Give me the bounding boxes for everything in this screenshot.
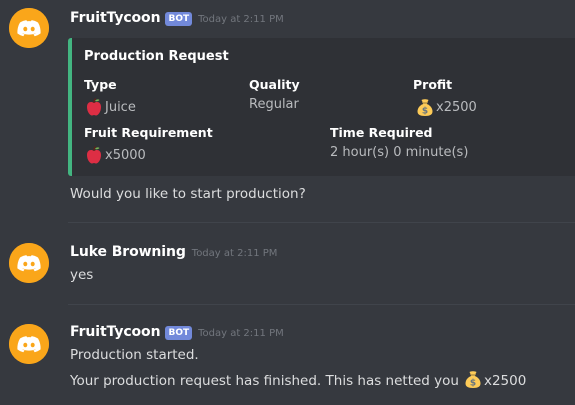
message-header: FruitTycoon BOT Today at 2:11 PM xyxy=(70,322,284,342)
field-quality-name: Quality xyxy=(249,77,300,92)
avatar[interactable] xyxy=(9,243,49,283)
money-bag-icon: $ xyxy=(415,97,435,117)
field-type-value: Juice xyxy=(84,97,136,117)
message-line: Production started. xyxy=(70,347,199,363)
message-divider xyxy=(68,304,575,305)
field-profit-name: Profit xyxy=(413,77,453,92)
bot-tag: BOT xyxy=(165,326,193,340)
field-profit-value: $ x2500 xyxy=(415,97,477,117)
username[interactable]: Luke Browning xyxy=(70,244,186,260)
message-header: FruitTycoon BOT Today at 2:11 PM xyxy=(70,8,284,28)
field-quality-value: Regular xyxy=(249,97,299,112)
field-profit-text: x2500 xyxy=(436,99,477,115)
username[interactable]: FruitTycoon xyxy=(70,324,161,340)
discord-logo-icon xyxy=(9,243,49,283)
message-line: Your production request has finished. Th… xyxy=(70,369,526,391)
field-fruit-requirement-name: Fruit Requirement xyxy=(84,125,213,140)
amount-text: x2500 xyxy=(483,373,527,389)
field-fruit-requirement-text: x5000 xyxy=(105,147,146,163)
message-text: Would you like to start production? xyxy=(70,186,306,202)
timestamp: Today at 2:11 PM xyxy=(198,13,284,25)
message-line-text: Your production request has finished. Th… xyxy=(70,373,459,389)
message-divider xyxy=(68,222,575,223)
field-type-text: Juice xyxy=(105,99,136,115)
field-type-name: Type xyxy=(84,77,117,92)
username[interactable]: FruitTycoon xyxy=(70,10,161,26)
embed-card: Production Request Type Juice Quality Re… xyxy=(68,38,575,176)
svg-text:$: $ xyxy=(470,379,476,389)
embed-title: Production Request xyxy=(84,49,229,64)
timestamp: Today at 2:11 PM xyxy=(198,327,284,339)
field-time-required-name: Time Required xyxy=(330,125,433,140)
apple-icon xyxy=(84,145,104,165)
avatar[interactable] xyxy=(9,324,49,364)
chat-messages: FruitTycoon BOT Today at 2:11 PM Product… xyxy=(0,0,575,405)
svg-text:$: $ xyxy=(422,107,428,117)
discord-logo-icon xyxy=(9,8,49,48)
timestamp: Today at 2:11 PM xyxy=(191,247,278,259)
discord-logo-icon xyxy=(9,324,49,364)
message-header: Luke Browning Today at 2:11 PM xyxy=(70,242,277,262)
avatar[interactable] xyxy=(9,8,49,48)
apple-icon xyxy=(84,97,104,117)
field-quality-text: Regular xyxy=(249,97,299,112)
money-bag-icon: $ xyxy=(463,369,483,389)
field-time-required-value: 2 hour(s) 0 minute(s) xyxy=(330,145,468,160)
message-text: yes xyxy=(70,267,94,283)
bot-tag: BOT xyxy=(165,12,193,26)
field-fruit-requirement-value: x5000 xyxy=(84,145,146,165)
field-time-required-text: 2 hour(s) 0 minute(s) xyxy=(330,145,469,160)
